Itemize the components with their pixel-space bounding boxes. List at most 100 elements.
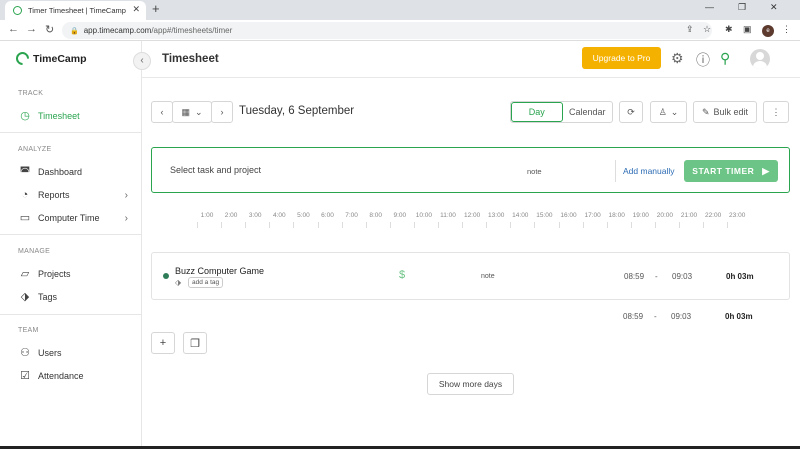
hour-label: 20:00 bbox=[654, 212, 676, 228]
time-entry-row[interactable]: Buzz Computer Game ⬗ add a tag $ note 08… bbox=[151, 252, 790, 300]
close-window-button[interactable]: ✕ bbox=[770, 2, 778, 13]
clock-icon: ◷ bbox=[20, 110, 30, 122]
entry-task-name[interactable]: Buzz Computer Game bbox=[175, 266, 264, 276]
sidebar-item-computer-time[interactable]: ▭ Computer Time › bbox=[0, 208, 142, 228]
sidebar-item-tags[interactable]: ⬗ Tags bbox=[0, 287, 142, 307]
users-icon: ⚇ bbox=[20, 347, 30, 359]
hour-label: 2:00 bbox=[220, 212, 242, 228]
hour-label: 19:00 bbox=[630, 212, 652, 228]
sidebar-item-label: Timesheet bbox=[38, 111, 80, 121]
select-task-input[interactable]: Select task and project bbox=[170, 165, 261, 175]
browser-menu-icon[interactable]: ⋮ bbox=[782, 24, 791, 35]
summary-end-time: 09:03 bbox=[671, 312, 692, 321]
sidebar-item-timesheet[interactable]: ◷ Timesheet bbox=[0, 106, 142, 126]
section-title-manage: MANAGE bbox=[18, 248, 51, 255]
sidebar-item-label: Dashboard bbox=[38, 167, 83, 177]
browser-profile-avatar[interactable]: e bbox=[762, 25, 774, 37]
entry-end-time[interactable]: 09:03 bbox=[672, 272, 692, 281]
entry-note[interactable]: note bbox=[481, 273, 495, 280]
tab-calendar[interactable]: Calendar bbox=[563, 102, 613, 122]
start-timer-label: START TIMER bbox=[692, 166, 755, 176]
summary-start-time: 08:59 bbox=[623, 312, 644, 321]
hour-tick bbox=[486, 222, 488, 228]
hour-tick bbox=[534, 222, 536, 228]
sidebar-item-label: Computer Time bbox=[38, 213, 100, 223]
sidebar-panel-icon[interactable]: ▣ bbox=[743, 24, 752, 35]
sidebar-item-projects[interactable]: ▱ Projects bbox=[0, 264, 142, 284]
hour-label: 9:00 bbox=[389, 212, 411, 228]
refresh-button[interactable]: ⟳ bbox=[619, 101, 643, 123]
restore-window-button[interactable]: ❐ bbox=[738, 2, 746, 13]
next-day-button[interactable]: › bbox=[211, 101, 233, 123]
hour-label: 23:00 bbox=[726, 212, 748, 228]
show-more-days-button[interactable]: Show more days bbox=[427, 373, 514, 395]
browser-tab[interactable]: Timer Timesheet | TimeCamp ✕ bbox=[5, 1, 146, 20]
hour-tick bbox=[221, 222, 223, 228]
sidebar-item-label: Tags bbox=[38, 292, 58, 302]
start-timer-button[interactable]: START TIMER ▶ bbox=[684, 160, 778, 182]
hour-label: 12:00 bbox=[461, 212, 483, 228]
help-icon[interactable]: ⓘ bbox=[696, 50, 710, 70]
hour-tick bbox=[703, 222, 705, 228]
billable-dollar-icon[interactable]: $ bbox=[399, 269, 405, 281]
tab-day[interactable]: Day bbox=[511, 102, 563, 122]
reload-icon[interactable]: ↻ bbox=[45, 23, 54, 36]
hour-tick bbox=[582, 222, 584, 228]
hour-label: 6:00 bbox=[317, 212, 339, 228]
hour-tick bbox=[365, 222, 367, 228]
hour-tick bbox=[317, 222, 319, 228]
bulk-edit-button[interactable]: ✎ Bulk edit bbox=[693, 101, 757, 123]
lock-icon: 🔒 bbox=[70, 27, 79, 35]
project-color-dot bbox=[163, 273, 169, 279]
hour-tick bbox=[510, 222, 512, 228]
page-header: Timesheet Upgrade to Pro ⚙ ⓘ ⚲ bbox=[142, 41, 800, 78]
hour-tick bbox=[245, 222, 247, 228]
new-tab-button[interactable]: + bbox=[152, 1, 160, 16]
user-icon: ♙ bbox=[658, 106, 667, 117]
more-options-button[interactable]: ⋮ bbox=[763, 101, 789, 123]
hour-label: 1:00 bbox=[196, 212, 218, 228]
forward-arrow-icon[interactable]: → bbox=[26, 23, 37, 35]
summary-duration: 0h 03m bbox=[725, 312, 753, 321]
date-picker-button[interactable]: ▦ ⌄ bbox=[172, 101, 212, 123]
add-manually-link[interactable]: Add manually bbox=[623, 166, 675, 176]
collapse-sidebar-button[interactable]: ‹ bbox=[133, 52, 151, 70]
upgrade-to-pro-button[interactable]: Upgrade to Pro bbox=[582, 47, 661, 69]
browser-tab-title: Timer Timesheet | TimeCamp bbox=[28, 6, 126, 15]
extensions-puzzle-icon[interactable]: ✱ bbox=[725, 24, 733, 35]
plus-icon: + bbox=[159, 337, 167, 349]
sidebar-item-reports[interactable]: ◔ Reports › bbox=[0, 185, 142, 205]
user-selector-button[interactable]: ♙ ⌄ bbox=[650, 101, 687, 123]
add-entry-button[interactable]: + bbox=[151, 332, 175, 354]
hour-tick bbox=[413, 222, 415, 228]
hour-tick bbox=[269, 222, 271, 228]
add-user-icon[interactable]: ⚲ bbox=[720, 50, 730, 67]
timecamp-logo[interactable]: TimeCamp bbox=[13, 49, 87, 68]
minimize-window-button[interactable]: — bbox=[705, 2, 714, 12]
sidebar-item-label: Attendance bbox=[38, 371, 84, 381]
sidebar-item-users[interactable]: ⚇ Users bbox=[0, 343, 142, 363]
duplicate-button[interactable]: ❐ bbox=[183, 332, 207, 354]
close-tab-icon[interactable]: ✕ bbox=[132, 4, 140, 15]
time-separator: - bbox=[655, 272, 658, 281]
sidebar-item-attendance[interactable]: ☑ Attendance bbox=[0, 366, 142, 386]
entry-duration[interactable]: 0h 03m bbox=[726, 272, 754, 281]
browser-address-bar: ← → ↻ 🔒 app.timecamp.com/app#/timesheets… bbox=[0, 20, 800, 41]
previous-day-button[interactable]: ‹ bbox=[151, 101, 173, 123]
hour-label: 3:00 bbox=[244, 212, 266, 228]
add-tag-button[interactable]: add a tag bbox=[188, 277, 224, 288]
back-arrow-icon[interactable]: ← bbox=[8, 23, 19, 35]
timer-divider bbox=[615, 160, 616, 182]
share-icon[interactable]: ⇪ bbox=[686, 24, 694, 35]
chevron-right-icon: › bbox=[124, 189, 128, 201]
entry-start-time[interactable]: 08:59 bbox=[624, 272, 644, 281]
hour-label: 11:00 bbox=[437, 212, 459, 228]
hour-tick bbox=[727, 222, 729, 228]
settings-gear-icon[interactable]: ⚙ bbox=[671, 50, 684, 67]
sidebar-item-dashboard[interactable]: ◚ Dashboard bbox=[0, 162, 142, 182]
user-avatar[interactable] bbox=[750, 49, 770, 69]
timer-note-input[interactable]: note bbox=[527, 167, 542, 176]
bookmark-star-icon[interactable]: ☆ bbox=[703, 24, 711, 35]
current-date: Tuesday, 6 September bbox=[239, 105, 355, 117]
url-input[interactable]: 🔒 app.timecamp.com/app#/timesheets/timer bbox=[62, 22, 712, 39]
